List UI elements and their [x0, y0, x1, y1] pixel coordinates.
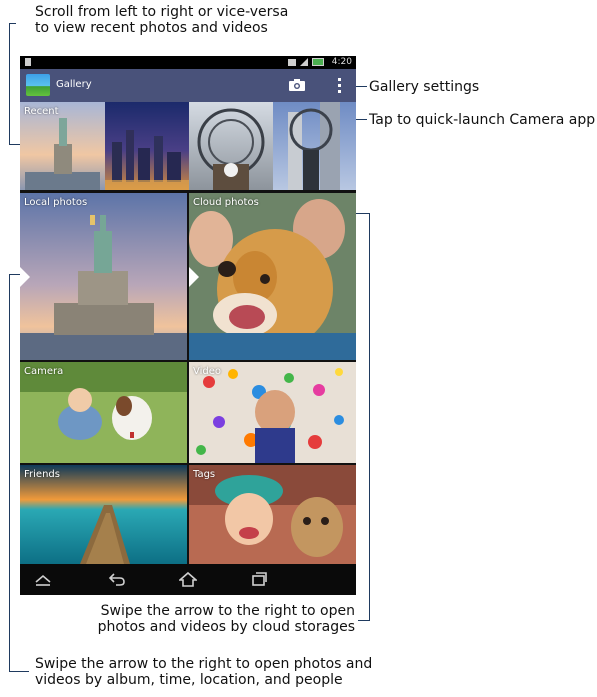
recent-strip[interactable]: Recent	[20, 102, 356, 190]
recent-apps-icon[interactable]	[250, 571, 268, 587]
status-time: 4:20	[331, 57, 352, 67]
overflow-menu-icon[interactable]	[334, 76, 344, 94]
signal-icon	[300, 58, 308, 66]
camera-callout: Tap to quick-launch Camera app	[369, 112, 596, 128]
local-callout: Swipe the arrow to the right to open pho…	[35, 656, 372, 688]
local-callout-line-top	[9, 274, 20, 275]
local-photos-image	[20, 193, 187, 360]
tile-label-friends: Friends	[24, 469, 60, 480]
tile-label-camera: Camera	[24, 366, 64, 377]
scroll-callout-line2: to view recent photos and videos	[35, 20, 268, 36]
navigation-bar	[20, 564, 356, 595]
gallery-app-icon[interactable]	[26, 74, 50, 96]
camera-icon[interactable]	[288, 78, 306, 92]
gallery-settings-callout: Gallery settings	[369, 79, 480, 95]
cloud-callout-line-top	[356, 213, 370, 214]
cloud-callout-line-v	[369, 213, 370, 621]
scroll-callout: Scroll from left to right or vice-versa …	[35, 4, 288, 36]
local-callout-line1: Swipe the arrow to the right to open pho…	[35, 656, 373, 672]
recent-photos	[20, 102, 356, 190]
notification-icon	[25, 58, 31, 66]
tile-label-tags: Tags	[193, 469, 216, 480]
local-callout-line-h	[9, 671, 29, 672]
cloud-photos-image	[189, 193, 356, 360]
tile-camera[interactable]: Camera	[20, 362, 187, 463]
tile-label-recent: Recent	[24, 106, 59, 117]
battery-icon	[312, 58, 324, 66]
home-icon[interactable]	[179, 571, 197, 587]
scroll-callout-tick-top	[9, 23, 16, 24]
back-icon[interactable]	[108, 571, 126, 587]
status-icons	[288, 58, 324, 66]
hide-bar-icon[interactable]	[34, 571, 52, 587]
cloud-callout-line-h	[358, 620, 370, 621]
tile-friends[interactable]: Friends	[20, 465, 187, 564]
scroll-callout-line1: Scroll from left to right or vice-versa	[35, 4, 289, 20]
tile-label-local-photos: Local photos	[24, 197, 88, 208]
cloud-callout-line2: photos and videos by cloud storages	[97, 619, 355, 635]
local-callout-line2: videos by album, time, location, and peo…	[35, 672, 343, 688]
tile-local-photos[interactable]: Local photos	[20, 193, 187, 360]
sim-icon	[288, 58, 296, 66]
status-bar: 4:20	[20, 56, 356, 69]
camera-album-image	[20, 362, 187, 463]
cloud-callout: Swipe the arrow to the right to open pho…	[93, 603, 355, 635]
action-bar: Gallery	[20, 69, 356, 102]
tile-cloud-photos[interactable]: Cloud photos	[189, 193, 356, 360]
tile-label-cloud-photos: Cloud photos	[193, 197, 259, 208]
tile-label-video: Video	[193, 366, 222, 377]
scroll-callout-line	[9, 23, 10, 145]
video-album-image	[189, 362, 356, 463]
cloud-callout-line1: Swipe the arrow to the right to open	[100, 603, 355, 619]
phone-screen: 4:20 Gallery Recent Local photos Cloud p…	[20, 56, 356, 595]
local-callout-line-v	[9, 274, 10, 672]
gallery-grid: Recent Local photos Cloud photos Camera …	[20, 102, 356, 564]
app-title: Gallery	[56, 79, 92, 90]
tile-video[interactable]: Video	[189, 362, 356, 463]
tile-tags[interactable]: Tags	[189, 465, 356, 564]
swipe-arrow-left[interactable]	[20, 267, 30, 287]
swipe-arrow-cloud[interactable]	[189, 267, 199, 287]
